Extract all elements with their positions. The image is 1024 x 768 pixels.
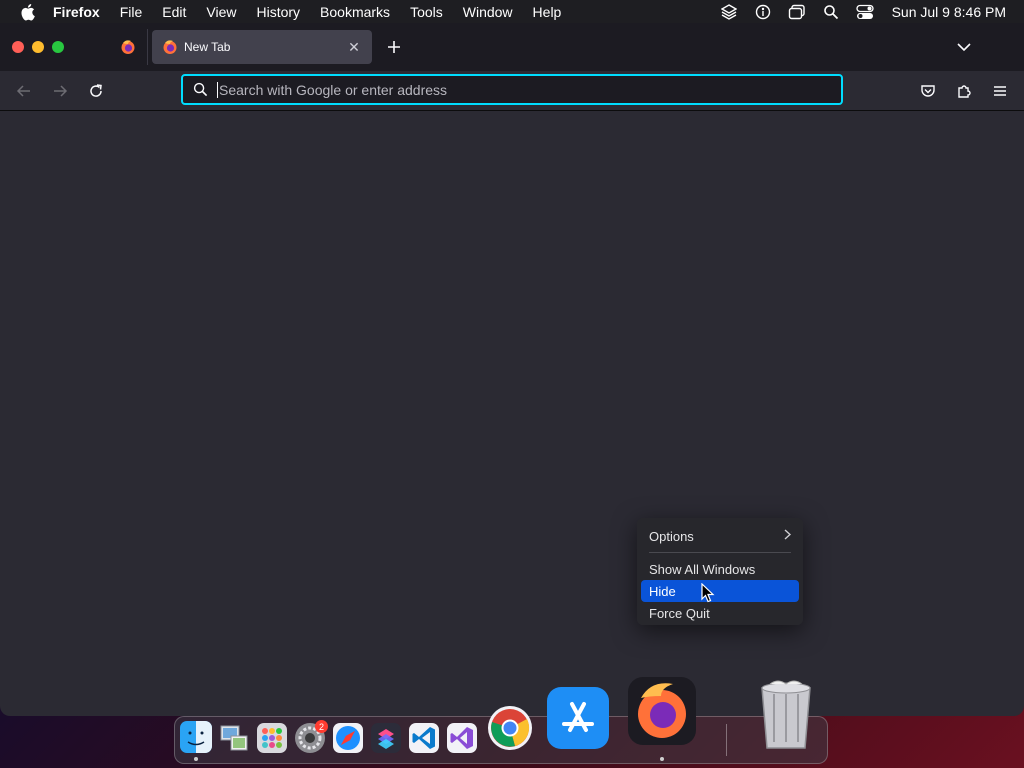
menu-help[interactable]: Help bbox=[523, 0, 572, 23]
apple-menu-icon[interactable] bbox=[17, 2, 37, 22]
menu-tools[interactable]: Tools bbox=[400, 0, 453, 23]
dock-trash[interactable] bbox=[756, 678, 816, 752]
launchpad-icon bbox=[257, 723, 287, 753]
tab-title: New Tab bbox=[184, 40, 231, 54]
safari-icon bbox=[333, 723, 363, 753]
menu-bookmarks[interactable]: Bookmarks bbox=[310, 0, 400, 23]
puzzle-icon bbox=[958, 85, 971, 98]
chevron-down-icon bbox=[957, 43, 971, 52]
dock-finder[interactable] bbox=[179, 720, 213, 754]
search-icon bbox=[191, 81, 209, 99]
dock-divider bbox=[726, 724, 727, 756]
menu-item-show-all-windows[interactable]: Show All Windows bbox=[641, 558, 799, 580]
dock-launchpad[interactable] bbox=[256, 722, 288, 754]
menu-history[interactable]: History bbox=[246, 0, 310, 23]
tab-new-tab[interactable]: New Tab ✕ bbox=[152, 30, 372, 64]
menu-file[interactable]: File bbox=[110, 0, 153, 23]
firefox-window: New Tab ✕ bbox=[0, 23, 1024, 716]
firefox-icon bbox=[628, 677, 696, 745]
accessibility-icon[interactable] bbox=[754, 3, 772, 21]
dock-visual-studio[interactable] bbox=[446, 722, 478, 754]
minimize-window-button[interactable] bbox=[32, 41, 44, 53]
dock-app-store[interactable] bbox=[546, 686, 610, 750]
menu-item-options[interactable]: Options bbox=[641, 525, 799, 547]
arrow-right-icon bbox=[54, 84, 68, 97]
reload-icon bbox=[90, 83, 102, 97]
hamburger-menu-icon bbox=[994, 86, 1006, 96]
menu-view[interactable]: View bbox=[196, 0, 246, 23]
extensions-button[interactable] bbox=[950, 77, 978, 105]
dock-preview[interactable] bbox=[219, 722, 249, 754]
menu-item-hide[interactable]: Hide bbox=[641, 580, 799, 602]
finder-icon bbox=[180, 721, 212, 753]
toolbar-right bbox=[906, 77, 1014, 105]
dock-chrome[interactable] bbox=[487, 705, 533, 751]
app-store-icon bbox=[547, 687, 609, 749]
dock-context-menu: Options Show All Windows Hide Force Quit bbox=[637, 518, 803, 625]
menu-item-label: Show All Windows bbox=[649, 561, 756, 577]
menu-item-force-quit[interactable]: Force Quit bbox=[641, 602, 799, 624]
text-caret bbox=[217, 81, 218, 98]
shortcuts-icon bbox=[371, 723, 401, 753]
menu-bar: Firefox File Edit View History Bookmarks… bbox=[0, 0, 1024, 23]
dock-running-indicator bbox=[660, 757, 664, 761]
new-tab-button[interactable] bbox=[380, 33, 408, 61]
chrome-icon bbox=[488, 706, 532, 750]
reload-button[interactable] bbox=[82, 77, 110, 105]
menu-window[interactable]: Window bbox=[453, 0, 523, 23]
window-controls bbox=[12, 41, 72, 53]
notification-badge: 2 bbox=[315, 720, 328, 733]
dock-running-indicator bbox=[194, 757, 198, 761]
plus-icon bbox=[388, 41, 400, 53]
address-input[interactable] bbox=[219, 81, 841, 98]
layers-icon[interactable] bbox=[720, 3, 738, 21]
vscode-icon bbox=[409, 723, 439, 753]
dock-shortcuts[interactable] bbox=[370, 722, 402, 754]
close-window-button[interactable] bbox=[12, 41, 24, 53]
dock-safari[interactable] bbox=[332, 722, 364, 754]
back-button[interactable] bbox=[10, 77, 38, 105]
dock-vscode[interactable] bbox=[408, 722, 440, 754]
zoom-window-button[interactable] bbox=[52, 41, 64, 53]
menu-item-label: Hide bbox=[649, 583, 676, 599]
app-menu-button[interactable] bbox=[986, 77, 1014, 105]
address-bar[interactable] bbox=[181, 74, 843, 105]
pocket-button[interactable] bbox=[914, 77, 942, 105]
menu-bar-clock[interactable]: Sun Jul 9 8:46 PM bbox=[892, 4, 1006, 20]
menu-app-firefox[interactable]: Firefox bbox=[51, 0, 110, 23]
pinned-tab-firefox[interactable] bbox=[108, 29, 148, 65]
window-switcher-icon[interactable] bbox=[788, 3, 806, 21]
control-center-icon[interactable] bbox=[855, 3, 874, 21]
menu-edit[interactable]: Edit bbox=[152, 0, 196, 23]
trash-icon bbox=[761, 680, 811, 749]
list-all-tabs-button[interactable] bbox=[954, 37, 974, 57]
close-tab-icon[interactable]: ✕ bbox=[346, 39, 362, 55]
mouse-pointer-icon bbox=[701, 583, 715, 603]
pocket-icon bbox=[921, 85, 935, 97]
spotlight-search-icon[interactable] bbox=[822, 3, 840, 21]
menu-item-label: Force Quit bbox=[649, 605, 710, 621]
firefox-icon bbox=[121, 40, 134, 54]
preview-icon bbox=[220, 725, 248, 751]
forward-button[interactable] bbox=[46, 77, 74, 105]
menu-item-label: Options bbox=[649, 528, 694, 544]
chevron-right-icon bbox=[784, 529, 792, 543]
firefox-icon bbox=[163, 40, 177, 54]
menu-separator bbox=[649, 552, 791, 553]
tab-bar: New Tab ✕ bbox=[0, 23, 1024, 71]
dock-firefox[interactable] bbox=[627, 676, 697, 746]
visual-studio-icon bbox=[447, 723, 477, 753]
arrow-left-icon bbox=[16, 84, 30, 97]
